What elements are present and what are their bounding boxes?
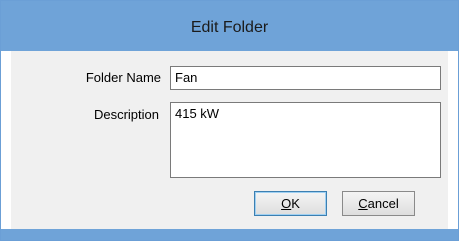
ok-button-label: K xyxy=(291,196,300,211)
ok-button[interactable]: OK xyxy=(254,191,327,216)
dialog-titlebar[interactable]: Edit Folder xyxy=(1,1,458,51)
folder-name-field[interactable]: Fan xyxy=(170,66,441,90)
ok-button-mnemonic: O xyxy=(281,196,292,211)
dialog-bottom-border xyxy=(1,229,458,240)
folder-name-label: Folder Name xyxy=(85,70,161,85)
description-label: Description xyxy=(93,107,159,122)
dialog-title: Edit Folder xyxy=(190,19,269,36)
cancel-button-label: ancel xyxy=(367,196,399,211)
dialog-client-area: Folder Name Fan Description 415 kW OK Ca… xyxy=(11,51,448,229)
cancel-button-mnemonic: C xyxy=(358,196,368,211)
description-field[interactable]: 415 kW xyxy=(170,102,441,178)
cancel-button[interactable]: Cancel xyxy=(342,191,415,216)
edit-folder-dialog: Edit Folder Folder Name Fan Description … xyxy=(0,0,459,241)
